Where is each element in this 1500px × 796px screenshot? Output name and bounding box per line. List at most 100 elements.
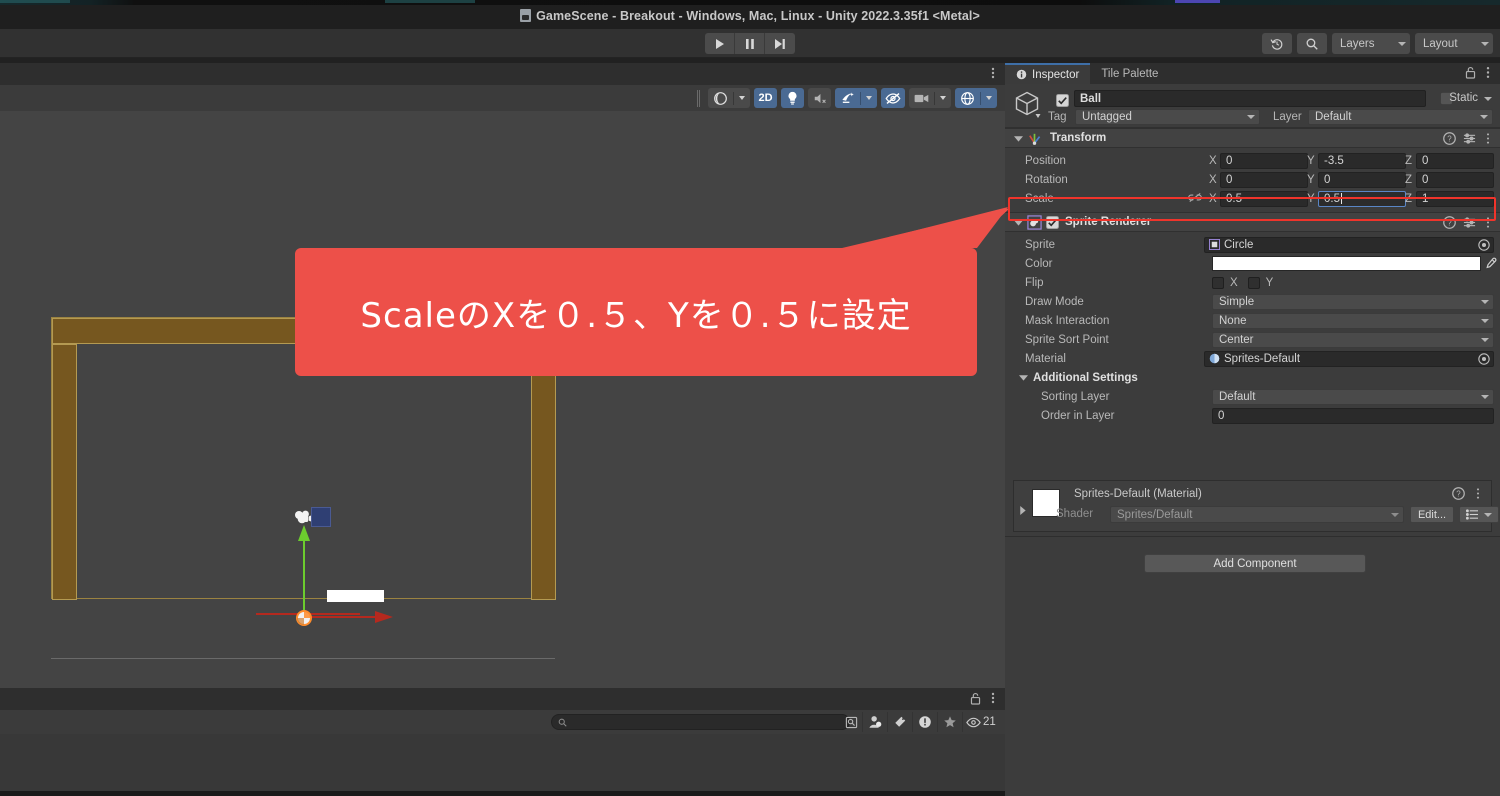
- material-preset-button[interactable]: [1459, 506, 1499, 523]
- project-tab-bar: [0, 688, 1005, 710]
- foldout-arrow-icon[interactable]: [1014, 134, 1023, 143]
- lock-icon[interactable]: [970, 692, 981, 708]
- edit-shader-label: Edit...: [1417, 508, 1447, 521]
- search-input[interactable]: [551, 714, 850, 730]
- toolbar-right-group: Layers Layout: [1262, 33, 1493, 54]
- project-content-area[interactable]: [0, 734, 1005, 791]
- preset-icon[interactable]: [1463, 132, 1476, 145]
- tab-inspector[interactable]: Inspector: [1005, 63, 1091, 84]
- rotation-x-value: 0: [1226, 173, 1233, 186]
- sorting-layer-dropdown[interactable]: Default: [1212, 388, 1494, 405]
- color-label: Color: [1025, 257, 1053, 270]
- kebab-menu-icon[interactable]: [1483, 65, 1493, 83]
- sprite-value: Circle: [1224, 238, 1254, 251]
- sprite-sort-point-dropdown[interactable]: Center: [1212, 331, 1494, 348]
- kebab-menu-icon[interactable]: [988, 691, 998, 708]
- chevron-down-icon[interactable]: [1484, 97, 1492, 101]
- flip-x-checkbox[interactable]: [1212, 276, 1224, 289]
- mask-interaction-dropdown[interactable]: None: [1212, 312, 1494, 329]
- inspector-divider: [1005, 536, 1500, 537]
- order-in-layer-field[interactable]: 0: [1212, 407, 1494, 424]
- svg-text:?: ?: [1447, 134, 1452, 143]
- position-z-value: 0: [1422, 154, 1429, 167]
- camera-settings[interactable]: [909, 88, 951, 108]
- kebab-menu-icon[interactable]: [988, 66, 998, 83]
- component-title-transform: Transform: [1050, 132, 1107, 144]
- draw-mode-row: Draw Mode Simple: [1005, 292, 1500, 311]
- mask-interaction-value: None: [1219, 314, 1247, 327]
- position-z-field[interactable]: 0: [1416, 152, 1494, 169]
- move-gizmo-x-axis[interactable]: [303, 609, 395, 625]
- eye-off-icon: [885, 92, 901, 104]
- eyedropper-icon[interactable]: [1485, 257, 1498, 270]
- pause-button[interactable]: [735, 33, 765, 54]
- position-y-field[interactable]: -3.5: [1318, 152, 1406, 169]
- toggle-lighting[interactable]: [781, 88, 804, 108]
- kebab-menu-icon[interactable]: [1483, 132, 1493, 145]
- move-gizmo-y[interactable]: [295, 523, 313, 619]
- move-gizmo-plane-xy[interactable]: [311, 507, 331, 527]
- save-search-icon[interactable]: [843, 714, 859, 730]
- position-x-field[interactable]: 0: [1220, 152, 1308, 169]
- history-icon[interactable]: [1262, 33, 1292, 54]
- rotation-z-value: 0: [1422, 173, 1429, 186]
- wall-right[interactable]: [531, 344, 556, 600]
- rotation-y-field[interactable]: 0: [1318, 171, 1406, 188]
- gameobject-name-field[interactable]: Ball: [1074, 90, 1426, 107]
- scene-viewport[interactable]: [0, 111, 1005, 688]
- shader-dropdown[interactable]: Sprites/Default: [1110, 506, 1404, 523]
- object-picker-icon[interactable]: [1478, 352, 1490, 365]
- layer-dropdown[interactable]: Default: [1308, 109, 1493, 125]
- wall-left[interactable]: [52, 344, 77, 600]
- add-component-button[interactable]: Add Component: [1144, 554, 1366, 573]
- chevron-down-icon: [1481, 394, 1489, 399]
- help-icon[interactable]: ?: [1452, 487, 1465, 500]
- search-icon[interactable]: [1297, 33, 1327, 54]
- error-icon[interactable]: [912, 712, 937, 732]
- layout-dropdown[interactable]: Layout: [1415, 33, 1493, 54]
- sprite-object-field[interactable]: Circle: [1204, 236, 1494, 253]
- fx-dropdown[interactable]: [835, 88, 877, 108]
- additional-settings-header[interactable]: Additional Settings: [1005, 368, 1500, 387]
- chevron-down-icon: [1484, 512, 1493, 517]
- lock-icon[interactable]: [1465, 66, 1476, 82]
- favorite-star-icon[interactable]: [937, 712, 962, 732]
- step-button[interactable]: [765, 33, 795, 54]
- foldout-arrow-icon[interactable]: [1018, 506, 1027, 515]
- foldout-arrow-icon[interactable]: [1019, 373, 1028, 382]
- selected-ball-object[interactable]: [295, 609, 313, 627]
- flip-y-checkbox[interactable]: [1247, 276, 1260, 289]
- mask-interaction-row: Mask Interaction None: [1005, 311, 1500, 330]
- material-object-field[interactable]: Sprites-Default: [1204, 350, 1494, 367]
- toggle-audio[interactable]: [808, 88, 831, 108]
- toolbar-drag-handle[interactable]: [697, 89, 700, 107]
- help-icon[interactable]: ?: [1443, 132, 1456, 145]
- camera-icon: [909, 88, 934, 108]
- flip-x-label: X: [1230, 276, 1238, 289]
- gizmos-dropdown[interactable]: [955, 88, 997, 108]
- component-header-transform[interactable]: Transform ?: [1005, 128, 1500, 148]
- play-button[interactable]: [705, 33, 735, 54]
- tag-dropdown[interactable]: Untagged: [1075, 109, 1260, 125]
- object-picker-icon[interactable]: [1478, 238, 1490, 251]
- kebab-menu-icon[interactable]: [1473, 487, 1483, 500]
- rotation-z-field[interactable]: 0: [1416, 171, 1494, 188]
- account-icon[interactable]: [862, 712, 887, 732]
- visible-count[interactable]: 21: [962, 712, 1002, 732]
- rotation-x-field[interactable]: 0: [1220, 171, 1308, 188]
- eye-icon: [966, 717, 981, 727]
- draw-mode-dropdown[interactable]: Simple: [1212, 293, 1494, 310]
- color-field[interactable]: [1212, 256, 1481, 271]
- chevron-down-icon: [734, 88, 750, 108]
- chevron-down-icon: [1481, 318, 1489, 323]
- tab-tile-palette[interactable]: Tile Palette: [1090, 63, 1169, 84]
- sprite-row: Sprite Circle: [1005, 235, 1500, 254]
- edit-shader-button[interactable]: Edit...: [1410, 506, 1454, 523]
- layers-dropdown[interactable]: Layers: [1332, 33, 1410, 54]
- tag-icon[interactable]: [887, 712, 912, 732]
- chevron-down-icon: [1481, 41, 1489, 46]
- project-filter-icons: 21: [862, 712, 1002, 732]
- toggle-hidden-objects[interactable]: [881, 88, 905, 108]
- toggle-2d[interactable]: 2D: [754, 88, 777, 108]
- shading-mode-dropdown[interactable]: [708, 88, 750, 108]
